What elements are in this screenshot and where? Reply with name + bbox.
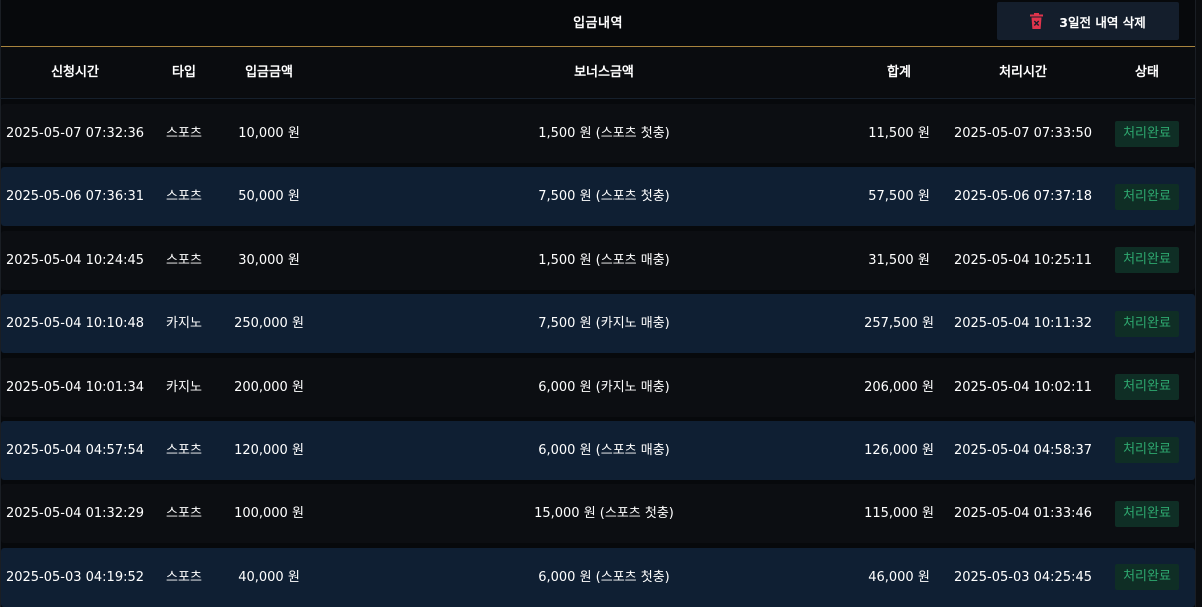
deposit-amount: 250,000 원 bbox=[234, 316, 304, 332]
table-header: 신청시간 타입 입금금액 보너스금액 합계 처리시간 상태 bbox=[1, 47, 1195, 99]
status-cell: 처리완료 bbox=[1097, 548, 1197, 607]
processed-time: 2025-05-06 07:37:18 bbox=[953, 189, 1093, 205]
deposit-type: 카지노 bbox=[166, 316, 202, 332]
table-row: 2025-05-06 07:36:31 스포츠 50,000 원 7,500 원… bbox=[1, 167, 1197, 227]
column-header-processed-time: 처리시간 bbox=[999, 65, 1047, 80]
total-amount: 46,000 원 bbox=[868, 569, 930, 585]
bonus-amount: 7,500 원 (카지노 매충) bbox=[538, 316, 670, 332]
deposit-amount: 30,000 원 bbox=[238, 252, 300, 268]
deposit-amount: 40,000 원 bbox=[238, 569, 300, 585]
processed-time: 2025-05-03 04:25:45 bbox=[953, 569, 1093, 585]
status-cell: 처리완료 bbox=[1097, 231, 1197, 290]
total-amount: 57,500 원 bbox=[868, 189, 930, 205]
column-header-type: 타입 bbox=[172, 65, 196, 80]
request-time: 2025-05-04 04:57:54 bbox=[5, 442, 145, 458]
deposit-history-panel: 입금내역 3일전 내역 삭제 신청시간 타입 입금금액 보너스금액 합계 처리시… bbox=[0, 0, 1196, 607]
status-badge: 처리완료 bbox=[1115, 247, 1179, 274]
delete-old-history-label: 3일전 내역 삭제 bbox=[1059, 14, 1146, 30]
table-row: 2025-05-04 04:57:54 스포츠 120,000 원 6,000 … bbox=[1, 420, 1197, 480]
delete-old-history-button[interactable]: 3일전 내역 삭제 bbox=[997, 2, 1179, 40]
table-body: 2025-05-07 07:32:36 스포츠 10,000 원 1,500 원… bbox=[1, 104, 1195, 607]
status-cell: 처리완료 bbox=[1097, 167, 1197, 226]
bonus-amount: 1,500 원 (스포츠 첫충) bbox=[538, 126, 670, 141]
column-header-deposit-amount: 입금금액 bbox=[245, 65, 293, 80]
trash-icon bbox=[1030, 13, 1044, 29]
deposit-type: 스포츠 bbox=[166, 189, 202, 205]
panel-header: 입금내역 3일전 내역 삭제 bbox=[1, 0, 1195, 47]
processed-time: 2025-05-04 01:33:46 bbox=[953, 506, 1093, 522]
status-badge: 처리완료 bbox=[1115, 310, 1179, 337]
bonus-amount: 6,000 원 (스포츠 매충) bbox=[538, 442, 670, 458]
bonus-amount: 1,500 원 (스포츠 매충) bbox=[538, 252, 670, 268]
status-cell: 처리완료 bbox=[1097, 104, 1197, 163]
request-time: 2025-05-06 07:36:31 bbox=[5, 189, 145, 205]
column-header-bonus-amount: 보너스금액 bbox=[574, 65, 634, 80]
status-badge: 처리완료 bbox=[1115, 564, 1179, 591]
processed-time: 2025-05-04 10:02:11 bbox=[953, 379, 1093, 395]
deposit-amount: 120,000 원 bbox=[234, 442, 304, 458]
bonus-amount: 6,000 원 (스포츠 첫충) bbox=[538, 569, 670, 585]
status-cell: 처리완료 bbox=[1097, 421, 1197, 480]
status-badge: 처리완료 bbox=[1115, 500, 1179, 527]
deposit-type: 카지노 bbox=[166, 379, 202, 395]
status-badge: 처리완료 bbox=[1115, 183, 1179, 210]
status-cell: 처리완료 bbox=[1097, 484, 1197, 543]
deposit-amount: 100,000 원 bbox=[234, 506, 304, 522]
status-cell: 처리완료 bbox=[1097, 294, 1197, 353]
bonus-amount: 7,500 원 (스포츠 첫충) bbox=[538, 189, 670, 205]
processed-time: 2025-05-04 10:11:32 bbox=[953, 316, 1093, 332]
status-cell: 처리완료 bbox=[1097, 358, 1197, 417]
status-badge: 처리완료 bbox=[1115, 374, 1179, 401]
bonus-amount: 15,000 원 (스포츠 첫충) bbox=[534, 506, 674, 522]
deposit-type: 스포츠 bbox=[166, 442, 202, 458]
deposit-amount: 10,000 원 bbox=[238, 126, 300, 141]
request-time: 2025-05-07 07:32:36 bbox=[5, 126, 145, 141]
deposit-type: 스포츠 bbox=[166, 506, 202, 522]
request-time: 2025-05-04 01:32:29 bbox=[5, 506, 145, 522]
table-row: 2025-05-04 01:32:29 스포츠 100,000 원 15,000… bbox=[1, 484, 1197, 544]
deposit-type: 스포츠 bbox=[166, 569, 202, 585]
table-row: 2025-05-04 10:24:45 스포츠 30,000 원 1,500 원… bbox=[1, 230, 1197, 290]
total-amount: 126,000 원 bbox=[864, 442, 934, 458]
status-badge: 처리완료 bbox=[1115, 437, 1179, 464]
deposit-amount: 50,000 원 bbox=[238, 189, 300, 205]
column-header-status: 상태 bbox=[1135, 65, 1159, 80]
table-row: 2025-05-03 04:19:52 스포츠 40,000 원 6,000 원… bbox=[1, 547, 1197, 607]
request-time: 2025-05-04 10:10:48 bbox=[5, 316, 145, 332]
deposit-type: 스포츠 bbox=[166, 126, 202, 141]
total-amount: 206,000 원 bbox=[864, 379, 934, 395]
column-header-request-time: 신청시간 bbox=[51, 65, 99, 80]
request-time: 2025-05-04 10:24:45 bbox=[5, 252, 145, 268]
total-amount: 257,500 원 bbox=[864, 316, 934, 332]
column-header-total: 합계 bbox=[887, 65, 911, 80]
bonus-amount: 6,000 원 (카지노 매충) bbox=[538, 379, 670, 395]
deposit-amount: 200,000 원 bbox=[234, 379, 304, 395]
deposit-type: 스포츠 bbox=[166, 252, 202, 268]
table-row: 2025-05-04 10:01:34 카지노 200,000 원 6,000 … bbox=[1, 357, 1197, 417]
request-time: 2025-05-04 10:01:34 bbox=[5, 379, 145, 395]
total-amount: 31,500 원 bbox=[868, 252, 930, 268]
processed-time: 2025-05-07 07:33:50 bbox=[953, 126, 1093, 141]
processed-time: 2025-05-04 10:25:11 bbox=[953, 252, 1093, 268]
total-amount: 11,500 원 bbox=[868, 126, 930, 141]
total-amount: 115,000 원 bbox=[864, 506, 934, 522]
table-row: 2025-05-07 07:32:36 스포츠 10,000 원 1,500 원… bbox=[1, 104, 1195, 163]
processed-time: 2025-05-04 04:58:37 bbox=[953, 442, 1093, 458]
table-row: 2025-05-04 10:10:48 카지노 250,000 원 7,500 … bbox=[1, 294, 1197, 354]
request-time: 2025-05-03 04:19:52 bbox=[5, 569, 145, 585]
status-badge: 처리완료 bbox=[1115, 120, 1179, 147]
